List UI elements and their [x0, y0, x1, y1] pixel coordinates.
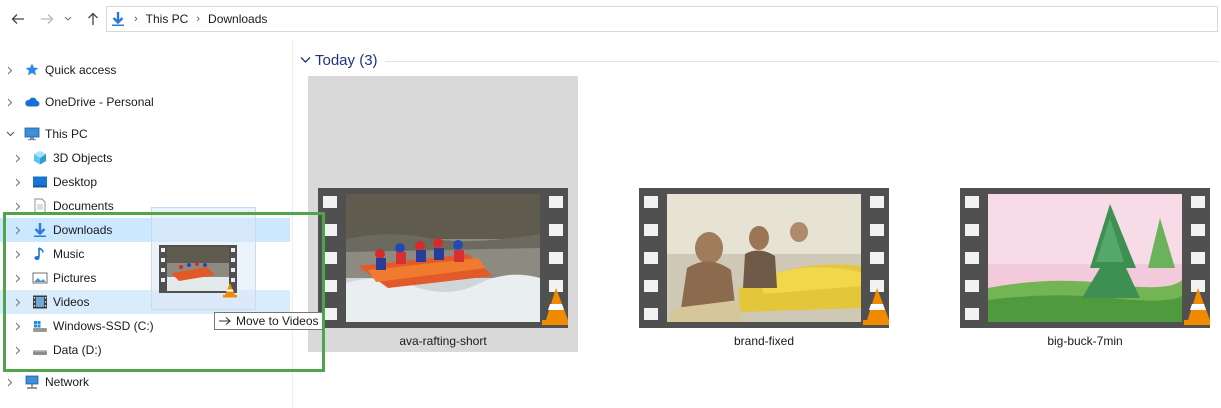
download-arrow-icon [112, 12, 124, 26]
nav-item-onedrive[interactable]: OneDrive - Personal [0, 90, 290, 114]
computer-icon [24, 127, 40, 141]
video-thumbnail [639, 188, 889, 328]
nav-label: Documents [53, 199, 114, 213]
drive-icon [33, 350, 47, 355]
download-arrow-icon [34, 223, 46, 237]
back-button[interactable] [8, 9, 28, 29]
picture-icon [32, 272, 48, 284]
expand-chevron-icon[interactable] [13, 170, 23, 194]
nav-label: Windows-SSD (C:) [53, 319, 154, 333]
toolbar: › This PC › Downloads [0, 0, 1221, 40]
vlc-cone-icon [223, 283, 237, 298]
expand-chevron-icon[interactable] [13, 290, 23, 314]
breadcrumb-separator-icon: › [196, 13, 201, 25]
breadcrumb-separator-icon: › [134, 13, 138, 25]
cube-icon [34, 151, 46, 165]
recent-locations-button[interactable] [62, 9, 74, 29]
file-name: brand-fixed [733, 334, 795, 348]
nav-label: Music [53, 247, 85, 261]
windows-drive-icon [33, 321, 47, 332]
collapse-chevron-icon[interactable] [5, 122, 15, 146]
nav-label: OneDrive - Personal [45, 95, 154, 109]
expand-chevron-icon[interactable] [13, 338, 23, 362]
desktop-icon [33, 176, 47, 188]
nav-item-quick-access[interactable]: Quick access [0, 58, 290, 82]
video-thumbnail [318, 188, 568, 328]
arrow-left-icon [11, 14, 24, 24]
expand-chevron-icon[interactable] [13, 242, 23, 266]
expand-chevron-icon[interactable] [5, 370, 15, 394]
file-tile-big-buck-7min[interactable]: big-buck-7min [950, 76, 1220, 352]
nav-label: This PC [45, 127, 88, 141]
forward-button[interactable] [37, 9, 57, 29]
breadcrumb-this-pc[interactable]: This PC [146, 12, 189, 26]
drag-tooltip: Move to Videos [214, 312, 324, 330]
up-button[interactable] [83, 9, 103, 29]
chevron-down-icon [64, 16, 72, 21]
file-tile-brand-fixed[interactable]: brand-fixed [629, 76, 899, 352]
nav-label: 3D Objects [53, 151, 113, 165]
arrow-right-icon [219, 317, 231, 325]
music-note-icon [34, 247, 44, 260]
expand-chevron-icon[interactable] [5, 90, 15, 114]
expand-chevron-icon[interactable] [13, 146, 23, 170]
expand-chevron-icon[interactable] [13, 218, 23, 242]
cloud-icon [25, 97, 40, 107]
group-divider [385, 61, 1219, 62]
star-icon [25, 63, 39, 76]
document-icon [34, 198, 46, 214]
nav-label: Videos [53, 295, 90, 309]
file-name: big-buck-7min [1047, 334, 1123, 348]
nav-label: Data (D:) [53, 343, 102, 357]
address-bar[interactable]: › This PC › Downloads [106, 6, 1218, 32]
expand-chevron-icon[interactable] [13, 314, 23, 338]
nav-label: Desktop [53, 175, 98, 189]
drag-ghost [151, 207, 256, 310]
nav-item-this-pc[interactable]: This PC [0, 122, 290, 146]
group-header-today[interactable]: Today (3) [298, 50, 1220, 72]
video-thumbnail [960, 188, 1210, 328]
file-tile-ava-rafting-short[interactable]: ava-rafting-short [308, 76, 578, 352]
file-name: ava-rafting-short [399, 334, 487, 348]
expand-chevron-icon[interactable] [13, 194, 23, 218]
nav-label: Downloads [53, 223, 113, 237]
nav-item-network[interactable]: Network [0, 370, 290, 394]
nav-label: Quick access [45, 63, 117, 77]
film-icon [33, 295, 47, 309]
nav-label: Pictures [53, 271, 97, 285]
chevron-down-icon [300, 57, 311, 63]
nav-item-3d-objects[interactable]: 3D Objects [0, 146, 290, 170]
tooltip-text: Move to Videos [236, 314, 319, 328]
breadcrumb-downloads[interactable]: Downloads [208, 12, 267, 26]
group-title: Today (3) [315, 52, 378, 69]
nav-item-desktop[interactable]: Desktop [0, 170, 290, 194]
expand-chevron-icon[interactable] [13, 266, 23, 290]
nav-item-data-drive[interactable]: Data (D:) [0, 338, 290, 362]
expand-chevron-icon[interactable] [5, 58, 15, 82]
network-icon [25, 375, 39, 389]
arrow-up-icon [88, 12, 98, 25]
nav-label: Network [45, 375, 90, 389]
arrow-right-icon [41, 14, 54, 24]
